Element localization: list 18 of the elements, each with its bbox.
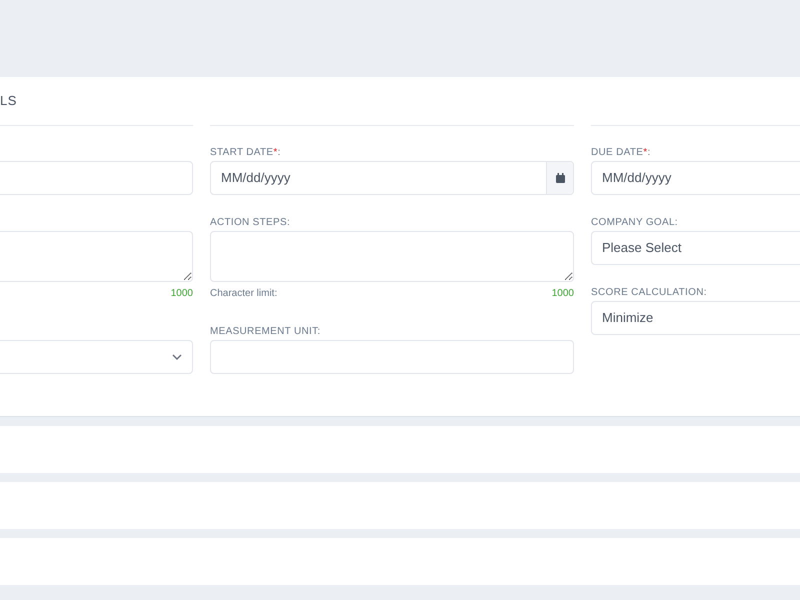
field-label: DUE DATE*: bbox=[591, 146, 651, 159]
field-label: ACTION STEPS: bbox=[210, 216, 290, 229]
select-field[interactable]: Please Select bbox=[591, 231, 800, 265]
character-counter: 1000 bbox=[170, 286, 193, 300]
calendar-icon bbox=[556, 173, 564, 183]
character-limit-label: Character limit: bbox=[210, 286, 278, 300]
text-area[interactable] bbox=[210, 231, 574, 282]
date-field[interactable]: MM/dd/yyyy bbox=[591, 161, 800, 195]
field-label: COMPANY GOAL: bbox=[591, 216, 678, 229]
character-counter: 1000 bbox=[552, 286, 574, 300]
field-label: START DATE*: bbox=[210, 146, 281, 159]
calendar-button[interactable] bbox=[546, 162, 573, 194]
field-label: SCORE CALCULATION: bbox=[591, 286, 707, 299]
select-field[interactable]: Minimize bbox=[591, 301, 800, 335]
input-field[interactable] bbox=[210, 340, 574, 374]
date-field[interactable]: MM/dd/yyyy bbox=[210, 161, 574, 195]
section-title: LS bbox=[0, 92, 17, 110]
field-label: MEASUREMENT UNIT: bbox=[210, 325, 320, 338]
